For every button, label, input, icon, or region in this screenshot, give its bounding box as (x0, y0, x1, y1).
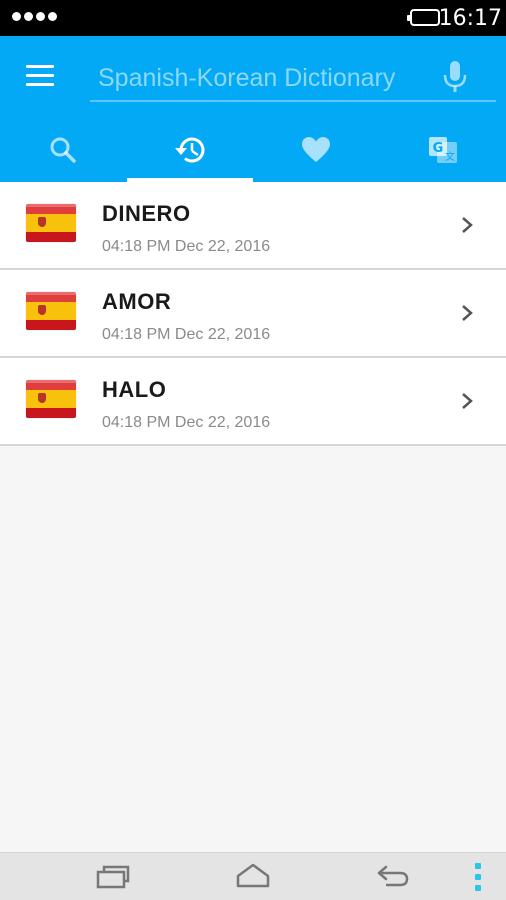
hamburger-menu-icon[interactable] (26, 65, 54, 87)
app-bar: G 文 (0, 36, 506, 182)
spain-flag-icon (26, 292, 76, 330)
search-input[interactable] (98, 58, 428, 98)
translate-icon: G 文 (428, 137, 457, 163)
spain-flag-icon (26, 204, 76, 242)
navigation-bar (0, 852, 506, 900)
list-item[interactable]: DINERO 04:18 PM Dec 22, 2016 (0, 182, 506, 270)
heart-icon (302, 137, 331, 162)
status-time: 16:17 (438, 6, 502, 31)
status-bar: 16:17 (0, 0, 506, 36)
search-field (90, 54, 496, 102)
list-item[interactable]: AMOR 04:18 PM Dec 22, 2016 (0, 270, 506, 358)
back-icon[interactable] (376, 864, 410, 888)
history-word: DINERO (102, 201, 191, 226)
battery-icon (407, 9, 440, 26)
chevron-right-icon (462, 393, 473, 409)
tab-favorites[interactable] (253, 118, 380, 182)
home-icon[interactable] (235, 863, 271, 889)
svg-text:文: 文 (445, 150, 455, 163)
tab-bar: G 文 (0, 118, 506, 182)
spain-flag-icon (26, 380, 76, 418)
history-time: 04:18 PM Dec 22, 2016 (102, 326, 271, 343)
tab-search[interactable] (0, 118, 127, 182)
chevron-right-icon (462, 217, 473, 233)
signal-dots-icon (12, 12, 57, 21)
history-list: DINERO 04:18 PM Dec 22, 2016 AMOR 04:18 … (0, 182, 506, 446)
history-icon (174, 137, 205, 163)
chevron-right-icon (462, 305, 473, 321)
list-item[interactable]: HALO 04:18 PM Dec 22, 2016 (0, 358, 506, 446)
history-word: HALO (102, 377, 167, 402)
recent-apps-icon[interactable] (96, 865, 130, 889)
svg-text:G: G (432, 141, 443, 156)
history-time: 04:18 PM Dec 22, 2016 (102, 414, 271, 431)
microphone-icon[interactable] (442, 60, 468, 94)
tab-translate[interactable]: G 文 (380, 118, 506, 182)
search-icon (50, 137, 76, 163)
tab-history[interactable] (126, 118, 254, 182)
history-word: AMOR (102, 289, 172, 314)
more-options-icon[interactable] (474, 863, 482, 891)
history-time: 04:18 PM Dec 22, 2016 (102, 238, 271, 255)
